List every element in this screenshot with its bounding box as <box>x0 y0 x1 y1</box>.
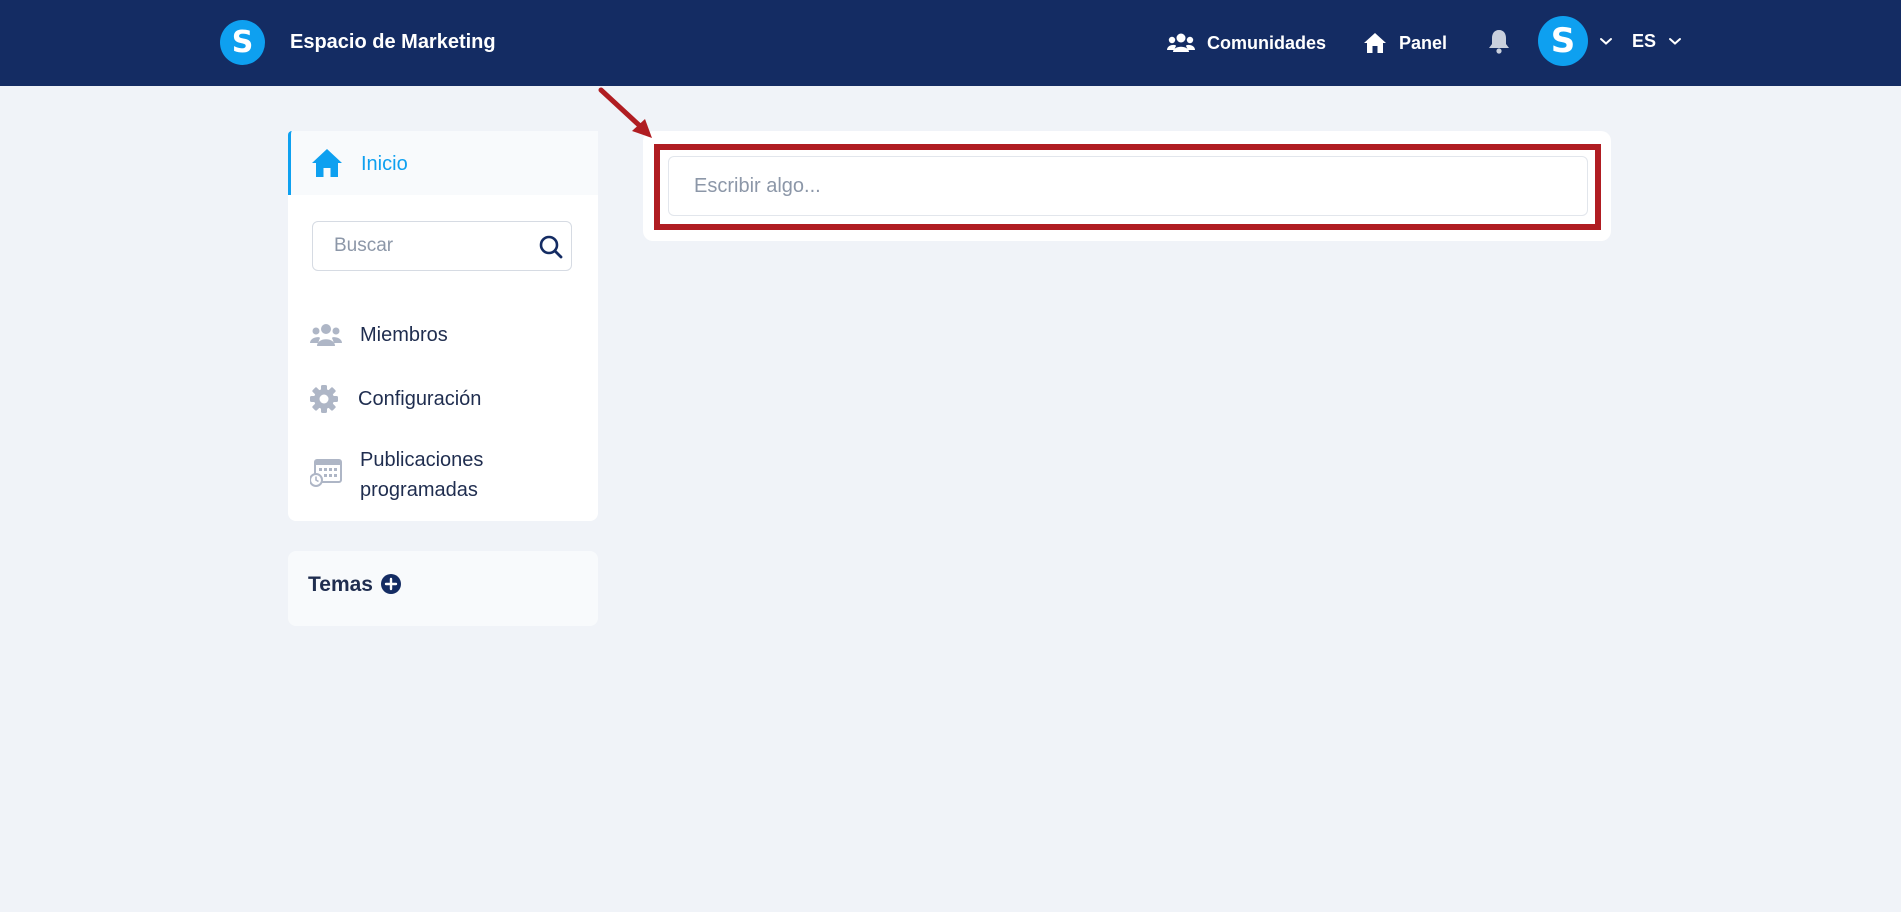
nav-panel-link[interactable]: Panel <box>1363 28 1447 58</box>
nav-panel-label: Panel <box>1399 32 1448 53</box>
post-composer <box>668 156 1588 216</box>
sidebar-item-home[interactable]: Inicio <box>288 131 598 195</box>
search-icon[interactable] <box>539 235 563 259</box>
members-icon <box>310 324 342 346</box>
calendar-clock-icon <box>310 459 342 487</box>
brand-logo-letter: S <box>231 25 254 60</box>
topics-section: Temas <box>288 551 598 626</box>
sidebar-search <box>312 221 572 271</box>
add-topic-icon[interactable] <box>380 573 402 595</box>
sidebar-item-scheduled-posts[interactable]: Publicaciones programadas <box>288 437 598 517</box>
sidebar-item-settings-label: Configuración <box>358 388 482 410</box>
home-icon <box>1364 33 1386 53</box>
chevron-down-icon[interactable] <box>1599 36 1613 46</box>
sidebar-item-scheduled-posts-label: Publicaciones programadas <box>360 449 484 501</box>
brand-name[interactable]: Espacio de Marketing <box>290 31 496 54</box>
bell-icon[interactable] <box>1487 28 1511 54</box>
sidebar-item-settings[interactable]: Configuración <box>288 373 598 425</box>
post-composer-input[interactable] <box>669 157 1587 215</box>
nav-communities-label: Comunidades <box>1207 32 1327 53</box>
chevron-down-icon[interactable] <box>1668 36 1682 46</box>
sidebar-item-members[interactable]: Miembros <box>288 309 598 361</box>
top-navbar: S Espacio de Marketing Comunidades Panel… <box>0 0 1901 86</box>
communities-icon <box>1167 33 1195 52</box>
user-avatar[interactable]: S <box>1538 16 1588 66</box>
language-selector[interactable]: ES <box>1632 31 1656 52</box>
nav-communities-link[interactable]: Comunidades <box>1167 28 1326 58</box>
sidebar: Inicio Miembros <box>288 131 598 521</box>
brand-logo[interactable]: S <box>220 20 265 65</box>
topics-title: Temas <box>308 573 373 596</box>
home-icon <box>312 149 342 177</box>
user-avatar-letter: S <box>1550 21 1576 61</box>
sidebar-item-home-label: Inicio <box>361 153 408 175</box>
gear-icon <box>310 385 338 413</box>
sidebar-search-input[interactable] <box>313 222 528 270</box>
sidebar-item-members-label: Miembros <box>360 324 448 346</box>
